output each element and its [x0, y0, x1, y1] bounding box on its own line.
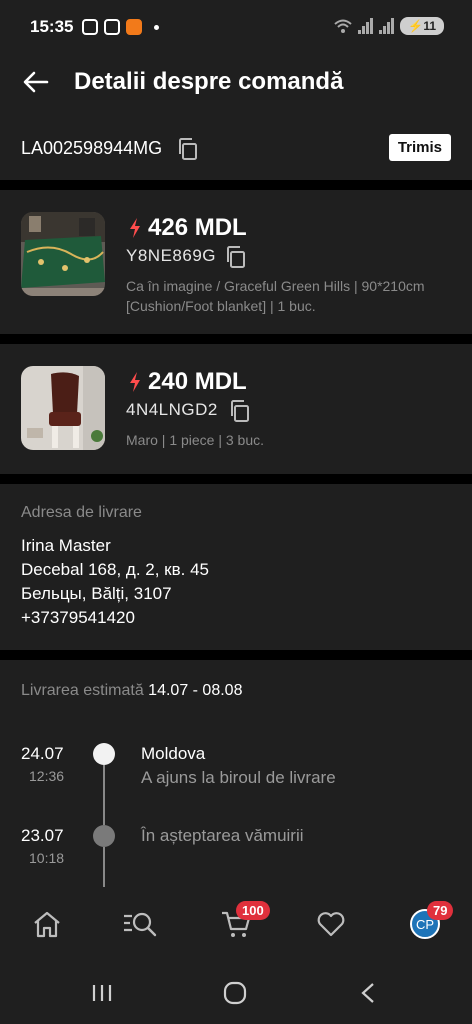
chevron-left-icon [361, 983, 374, 1003]
more-notifications-icon [154, 24, 159, 30]
item-price: 240 MDL [148, 368, 247, 395]
app-notification-icon [126, 19, 142, 35]
notification-icons [82, 19, 159, 35]
timeline-dot-active [93, 743, 115, 765]
copy-sku-button[interactable] [228, 398, 252, 424]
timeline-line [103, 765, 105, 825]
recipient-phone: +37379541420 [21, 608, 135, 627]
recipient-name: Irina Master [21, 536, 111, 555]
order-item-card[interactable]: 426 MDL Y8NE869G Ca în imagine / Gracefu… [0, 190, 472, 334]
item-sku: Y8NE869G [126, 246, 216, 265]
copy-icon [231, 400, 249, 422]
order-id-row: LA002598944MG Trimis [0, 110, 472, 180]
status-time: 15:35 [30, 17, 74, 36]
wifi-icon [334, 19, 353, 33]
order-item-card[interactable]: 240 MDL 4N4LNGD2 Maro | 1 piece | 3 buc. [0, 344, 472, 474]
address-city: Бельцы, Bălți, 3107 [21, 584, 172, 603]
status-right: ⚡11 [334, 17, 444, 35]
nav-wishlist[interactable] [311, 904, 351, 944]
home-icon [34, 911, 60, 938]
order-status-badge: Trimis [388, 134, 451, 161]
estimated-delivery: Livrarea estimată 14.07 - 08.08 [21, 682, 242, 700]
arrow-left-icon [23, 71, 49, 93]
timeline-time: 12:36 [29, 768, 65, 784]
search-list-icon [124, 912, 157, 937]
copy-sku-button[interactable] [224, 244, 248, 270]
recent-apps-icon [92, 985, 112, 1001]
timeline-subtitle: În așteptarea vămuirii [141, 826, 304, 845]
heart-icon [317, 912, 345, 937]
estimated-delivery-label: Livrarea estimată [21, 682, 144, 699]
order-id: LA002598944MG [21, 138, 163, 158]
copy-icon [179, 138, 197, 160]
copy-icon [227, 246, 245, 268]
recent-apps-button[interactable] [82, 978, 122, 1008]
system-navigation [0, 962, 472, 1024]
item-description: Maro | 1 piece | 3 buc. [126, 432, 265, 448]
timeline-title: Moldova [141, 744, 206, 763]
signal-icon [358, 18, 374, 34]
estimated-delivery-range: 14.07 - 08.08 [148, 682, 243, 699]
home-circle-icon [223, 981, 247, 1005]
lightning-icon [130, 372, 140, 392]
app-header: Detalii despre comandă [0, 56, 472, 110]
product-thumbnail [21, 366, 105, 450]
item-price: 426 MDL [148, 214, 247, 241]
page-title: Detalii despre comandă [74, 68, 344, 95]
profile-badge: 79 [427, 901, 454, 920]
address-street: Decebal 168, д. 2, кв. 45 [21, 560, 209, 579]
delivery-address-section: Adresa de livrare Irina Master Decebal 1… [0, 484, 472, 650]
item-sku: 4N4LNGD2 [126, 400, 218, 419]
delivery-tracking-section: Livrarea estimată 14.07 - 08.08 24.07 12… [0, 660, 472, 892]
system-back-button[interactable] [348, 978, 388, 1008]
item-price-row: 426 MDL [128, 214, 247, 242]
home-button[interactable] [215, 978, 255, 1008]
nav-home[interactable] [27, 904, 67, 944]
item-price-row: 240 MDL [128, 368, 247, 396]
battery-indicator: ⚡11 [400, 17, 444, 35]
timeline-subtitle: A ajuns la biroul de livrare [141, 768, 336, 787]
status-bar: 15:35 ⚡11 [0, 0, 472, 56]
timeline-date: 24.07 [21, 744, 64, 763]
nav-categories[interactable] [120, 904, 160, 944]
timeline-date: 23.07 [21, 826, 64, 845]
instagram-icon [104, 19, 120, 35]
timeline-dot [93, 825, 115, 847]
back-button[interactable] [20, 66, 52, 98]
copy-order-id-button[interactable] [176, 136, 200, 162]
timeline-time: 10:18 [29, 850, 65, 866]
bottom-navigation: 100 CP 79 [0, 892, 472, 962]
product-thumbnail [21, 212, 105, 296]
lightning-icon [130, 218, 140, 238]
item-description: Ca în imagine / Graceful Green Hills | 9… [126, 278, 425, 314]
cart-badge: 100 [236, 901, 270, 920]
screenshot-icon [82, 19, 98, 35]
signal-icon-2 [379, 18, 395, 34]
address-label: Adresa de livrare [21, 504, 142, 521]
timeline-line [103, 847, 105, 887]
